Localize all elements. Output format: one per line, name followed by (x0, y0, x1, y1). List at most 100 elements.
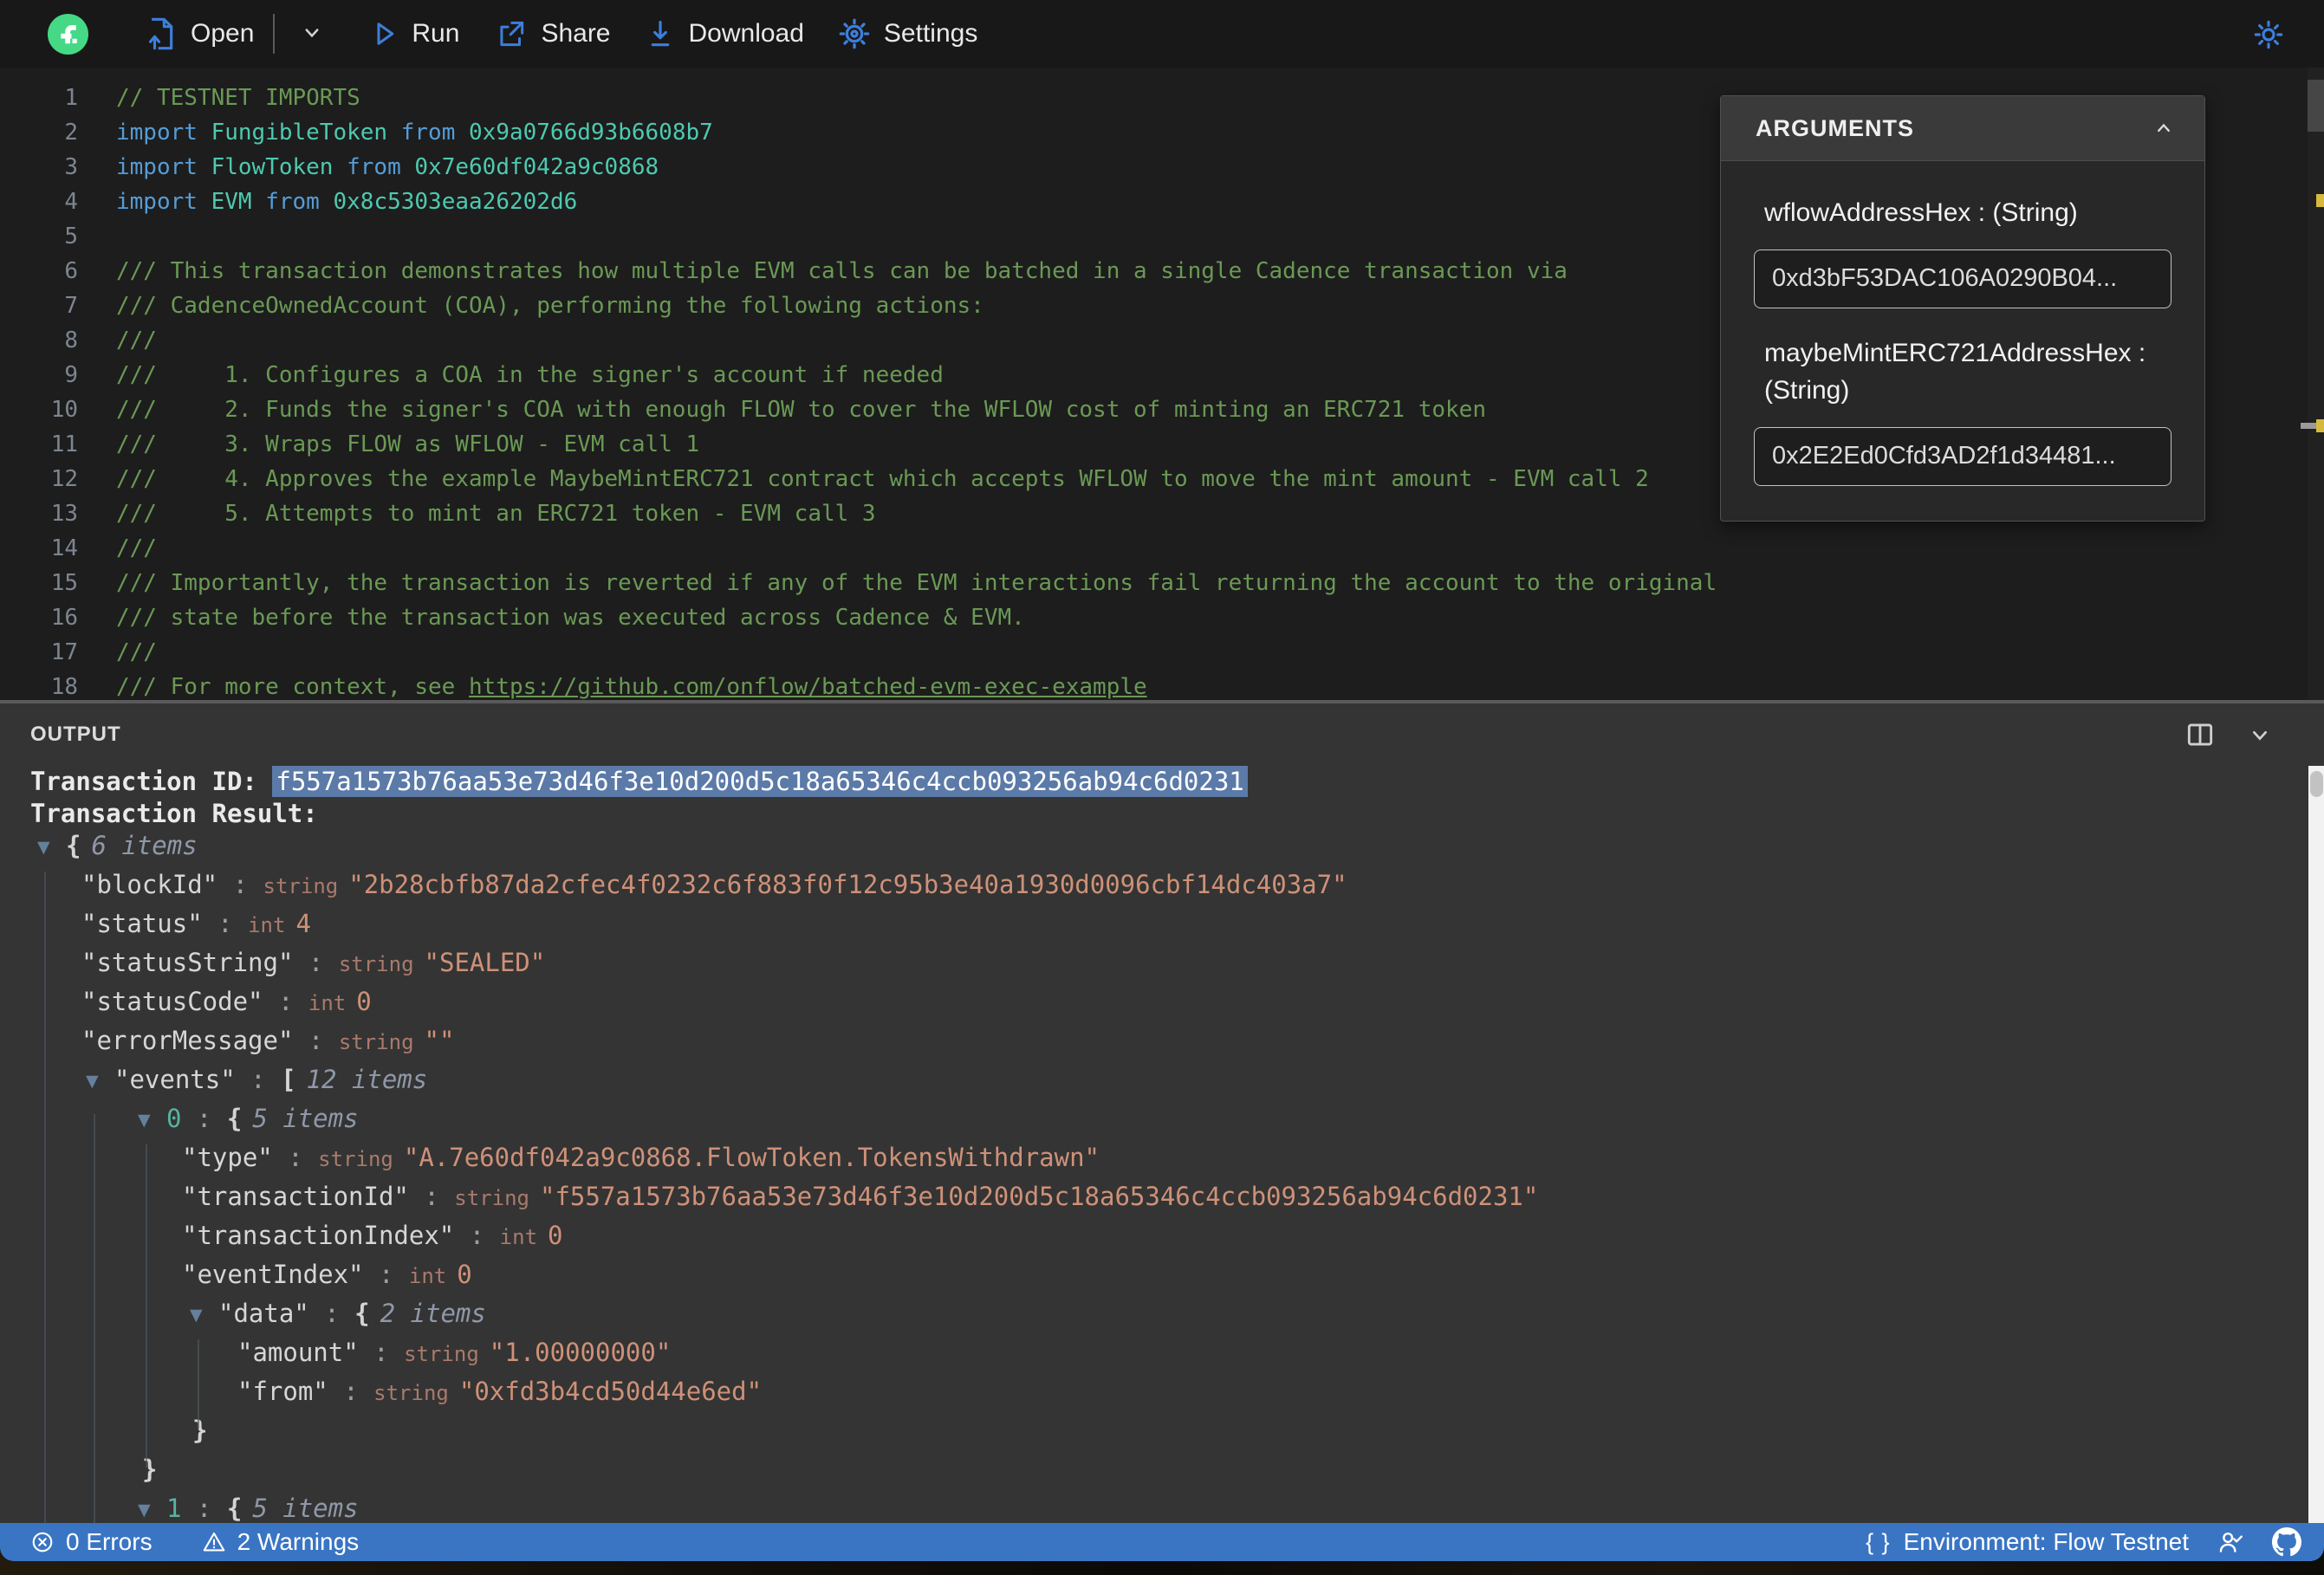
share-label: Share (541, 19, 611, 48)
json-colon: : (272, 1143, 319, 1172)
download-button[interactable]: Download (644, 16, 804, 51)
arguments-panel: ARGUMENTS wflowAddressHex : (String) may… (1720, 95, 2205, 522)
output-title: OUTPUT (30, 723, 121, 746)
code-link[interactable]: https://github.com/onflow/batched-evm-ex… (469, 674, 1147, 700)
argument-input-maybeMintERC721AddressHex[interactable] (1754, 426, 2171, 486)
code-token: from (400, 120, 470, 146)
json-idx: 0 (166, 1104, 182, 1133)
line-number: 1 (64, 85, 78, 111)
code-line: 16 /// state before the transaction was e… (0, 600, 2324, 635)
output-header: OUTPUT (0, 703, 2324, 766)
json-str: "" (424, 1026, 455, 1055)
json-str: "1.00000000" (489, 1338, 672, 1367)
split-view-icon[interactable] (2184, 718, 2217, 751)
theme-toggle-button[interactable] (2251, 17, 2286, 56)
collapse-toggle-icon[interactable]: ▼ (138, 1491, 166, 1523)
line-number: 11 (50, 431, 78, 457)
desktop-background: Open Run Share Download Settings 1 // TE… (0, 0, 2324, 1575)
flow-logo[interactable] (48, 13, 88, 55)
argument-label-wflowAddressHex: wflowAddressHex : (String) (1764, 198, 2078, 227)
code-token: from (265, 189, 334, 215)
chevron-up-icon[interactable] (2149, 116, 2178, 140)
indent-guide (198, 1339, 199, 1429)
json-tree-row: "type" : string "A.7e60df042a9c0868.FlowT… (0, 1138, 2324, 1177)
arguments-title: ARGUMENTS (1756, 114, 1914, 141)
open-button[interactable]: Open (144, 15, 254, 53)
feedback-person-icon[interactable] (2215, 1527, 2246, 1557)
json-type: int (308, 991, 347, 1015)
code-token: /// 1. Configures a COA in the signer's … (116, 362, 944, 388)
code-token: 0x7e60df042a9c0868 (414, 154, 659, 180)
environment-selector[interactable]: { } Environment: Flow Testnet (1866, 1528, 2189, 1556)
json-colon: : (328, 1377, 374, 1406)
json-tree-row: } (0, 1411, 2324, 1450)
json-colon: : (235, 1065, 282, 1094)
gear-icon (839, 18, 870, 49)
json-colon: : (181, 1494, 227, 1523)
collapse-toggle-icon[interactable]: ▼ (138, 1101, 166, 1140)
collapse-toggle-icon[interactable]: ▼ (86, 1062, 114, 1101)
json-colon: : (454, 1221, 500, 1250)
code-token: FungibleToken (211, 120, 401, 146)
collapse-output-chevron-icon[interactable] (2244, 721, 2275, 749)
json-int: 0 (356, 987, 372, 1016)
errors-indicator[interactable]: 0 Errors (29, 1528, 153, 1556)
json-tree-row: "transactionId" : string "f557a1573b76aa5… (0, 1177, 2324, 1216)
overview-cursor-mark (2301, 423, 2316, 429)
code-token: /// 4. Approves the example MaybeMintERC… (116, 466, 1649, 492)
run-button[interactable]: Run (368, 17, 459, 50)
json-result-tree: ▼{6 items "blockId" : string "2b28cbfb87da… (0, 826, 2324, 1523)
warnings-indicator[interactable]: 2 Warnings (201, 1528, 359, 1556)
json-items: 12 items (306, 1065, 428, 1094)
open-file-icon (148, 17, 173, 50)
open-menu-chevron[interactable] (290, 16, 334, 53)
collapse-toggle-icon[interactable]: ▼ (37, 828, 66, 867)
arguments-panel-header[interactable]: ARGUMENTS (1721, 96, 2204, 161)
json-key: "transactionIndex" (182, 1221, 455, 1250)
code-token: 0x8c5303eaa26202d6 (333, 189, 578, 215)
json-tree-row: "statusCode" : int 0 (0, 982, 2324, 1021)
line-number: 8 (64, 327, 78, 353)
share-button[interactable]: Share (494, 17, 611, 50)
sun-icon (2254, 20, 2283, 49)
json-key: "statusString" (81, 948, 294, 977)
json-tree-row: "transactionIndex" : int 0 (0, 1216, 2324, 1255)
json-key: "statusCode" (81, 987, 263, 1016)
line-number: 3 (64, 154, 78, 180)
status-bar: 0 Errors 2 Warnings { } Environment: Flo… (0, 1523, 2324, 1561)
output-scrollbar[interactable] (2308, 766, 2324, 1523)
line-number: 14 (50, 535, 78, 561)
output-scrollbar-thumb[interactable] (2310, 771, 2323, 797)
collapse-toggle-icon[interactable]: ▼ (190, 1296, 218, 1335)
json-colon: : (358, 1338, 405, 1367)
json-int: 0 (457, 1260, 472, 1289)
argument-input-wflowAddressHex[interactable] (1754, 249, 2171, 308)
code-token: /// state before the transaction was exe… (116, 605, 1025, 631)
line-number: 5 (64, 224, 78, 250)
output-body: Transaction ID: f557a1573b76aa53e73d46f3… (0, 766, 2324, 1523)
json-punc: } (142, 1455, 158, 1484)
code-token: /// (116, 327, 157, 353)
settings-button[interactable]: Settings (837, 16, 977, 51)
json-key: "errorMessage" (81, 1026, 294, 1055)
overview-warning-mark (2316, 194, 2324, 207)
transaction-id-value: f557a1573b76aa53e73d46f3e10d200d5c18a653… (272, 766, 1248, 797)
code-token: from (347, 154, 415, 180)
environment-label: Environment: Flow Testnet (1903, 1528, 2189, 1555)
json-str: "SEALED" (424, 948, 546, 977)
line-number: 10 (50, 397, 78, 423)
editor-scrollbar-thumb[interactable] (2308, 80, 2324, 132)
json-str: "A.7e60df042a9c0868.FlowToken.TokensWith… (403, 1143, 1100, 1172)
line-number: 12 (50, 466, 78, 492)
json-punc: { (226, 1494, 243, 1523)
json-items: 5 items (252, 1494, 359, 1523)
open-label: Open (191, 19, 255, 48)
code-editor[interactable]: 1 // TESTNET IMPORTS 2 import FungibleToken… (0, 68, 2324, 700)
editor-scrollbar[interactable] (2301, 68, 2324, 700)
overview-warning-mark (2316, 419, 2324, 432)
code-line: 17 /// (0, 635, 2324, 670)
json-type: string (263, 874, 339, 898)
settings-label: Settings (883, 19, 978, 48)
indent-guide (94, 1114, 95, 1523)
github-icon[interactable] (2272, 1527, 2301, 1557)
